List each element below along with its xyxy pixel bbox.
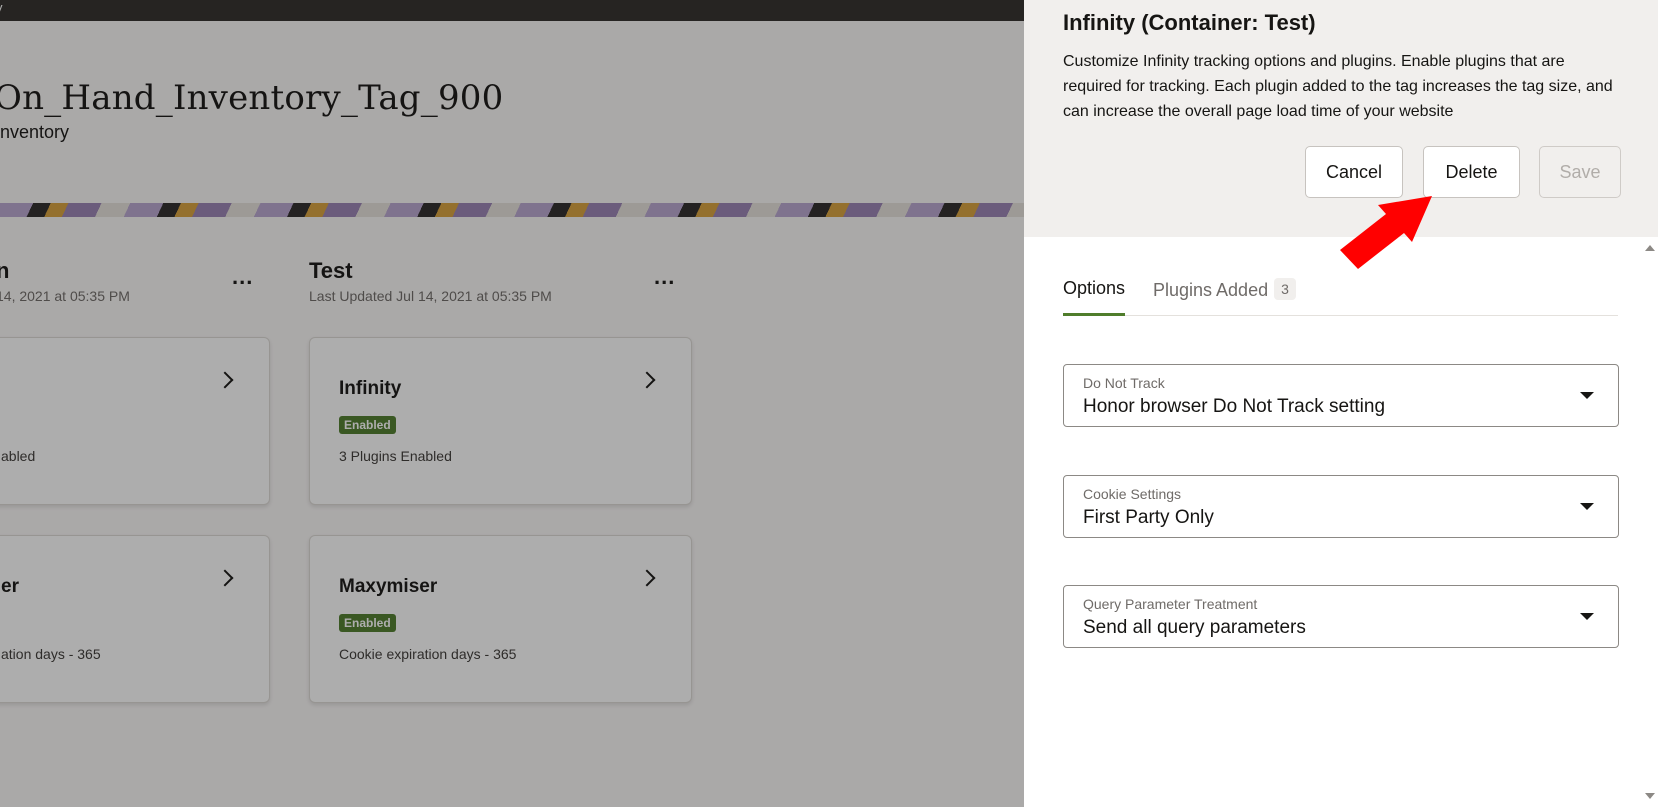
tag-settings-drawer: Infinity (Container: Test) Customize Inf… [1024,0,1658,807]
caret-down-icon [1580,613,1594,620]
delete-button[interactable]: Delete [1423,146,1520,198]
select-label: Do Not Track [1083,375,1165,391]
annotation-arrow-icon [1340,196,1432,269]
select-value: Honor browser Do Not Track setting [1083,396,1386,417]
scroll-up-icon[interactable] [1645,245,1655,251]
drawer-tabs: Options Plugins Added 3 [1063,272,1618,316]
query-parameter-treatment-select[interactable]: Query Parameter Treatment Send all query… [1063,585,1619,648]
cookie-settings-select[interactable]: Cookie Settings First Party Only [1063,475,1619,538]
select-label: Query Parameter Treatment [1083,596,1258,612]
drawer-scrollbar[interactable] [1641,237,1658,807]
modal-backdrop[interactable] [0,0,1024,807]
select-value: Send all query parameters [1083,617,1306,638]
background-page: y On_Hand_Inventory_Tag_900 inventory n … [0,0,1024,807]
save-button[interactable]: Save [1539,146,1621,198]
drawer-title: Infinity (Container: Test) [1063,10,1316,35]
scroll-down-icon[interactable] [1645,793,1655,799]
tab-label: Plugins Added [1153,280,1269,300]
caret-down-icon [1580,392,1594,399]
tab-label: Options [1063,278,1126,298]
select-value: First Party Only [1083,507,1214,528]
drawer-description: Customize Infinity tracking options and … [1063,53,1613,120]
caret-down-icon [1580,503,1594,510]
select-label: Cookie Settings [1083,486,1182,502]
tab-plugins-added[interactable]: Plugins Added 3 [1153,278,1296,316]
tab-count-badge: 3 [1274,278,1296,300]
tab-options[interactable]: Options [1063,278,1126,316]
do-not-track-select[interactable]: Do Not Track Honor browser Do Not Track … [1063,364,1619,427]
